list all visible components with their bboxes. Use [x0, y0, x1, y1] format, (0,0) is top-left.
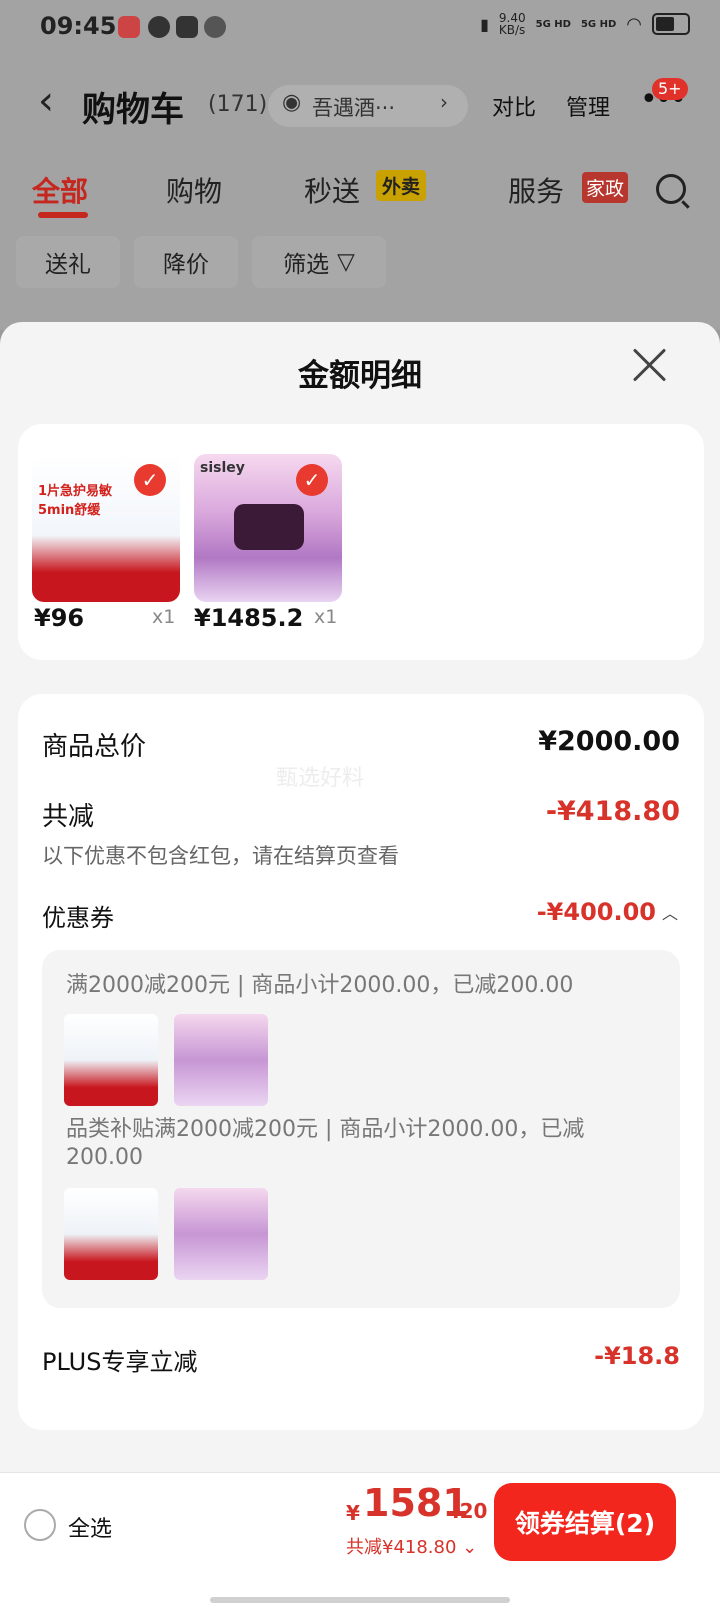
chip-filter[interactable]: 筛选 ▽: [252, 236, 386, 288]
chip-price-drop-label: 降价: [163, 252, 209, 278]
notification-badge: 5+: [652, 78, 688, 100]
coupon-value: -¥400.00: [536, 898, 656, 926]
chevron-right-icon: ›: [440, 90, 448, 114]
total-price-value: ¥2000.00: [538, 726, 680, 757]
chip-gift-label: 送礼: [45, 252, 91, 278]
signal-5g-2: 5G HD: [580, 18, 617, 30]
net-speed: 9.40 KB/s: [498, 11, 526, 37]
reduce-note: 以下优惠不包含红包，请在结算页查看: [42, 844, 399, 868]
coupon-product-image: [64, 1014, 158, 1106]
mail-notification-icon: [176, 16, 198, 38]
coupon-detail-box: 满2000减200元 | 商品小计2000.00，已减200.00 品类补贴满2…: [42, 950, 680, 1308]
product-qty: x1: [314, 606, 338, 628]
eye-icon: ◉: [282, 90, 302, 115]
product-price: ¥1485.2: [194, 604, 304, 632]
amount-detail-sheet: 金额明细 1片急护易敏 5min舒缓 ✓ ¥96 x1 sisley ✓ ¥14…: [0, 322, 720, 1612]
product-card: 1片急护易敏 5min舒缓 ✓ ¥96 x1 sisley ✓ ¥1485.2 …: [18, 424, 704, 660]
tab-service[interactable]: 服务: [508, 170, 564, 210]
sheet-title: 金额明细: [298, 358, 422, 394]
cart-header: ‹ 购物车 (171) ◉ 吾遇酒··· › 对比 管理 ••• 5+: [0, 70, 720, 140]
cart-count: (171): [208, 92, 268, 117]
home-indicator: [210, 1597, 510, 1603]
total-currency: ¥: [346, 1501, 360, 1525]
chip-price-drop[interactable]: 降价: [134, 236, 238, 288]
coupon-line: 品类补贴满2000减200元 | 商品小计2000.00，已减200.00: [66, 1117, 585, 1170]
product-jar-image: [234, 504, 304, 550]
search-icon[interactable]: [656, 174, 686, 204]
store-name: 吾遇酒···: [312, 96, 396, 120]
coupon-product-image: [174, 1188, 268, 1280]
product-price: ¥96: [34, 604, 85, 632]
watermark: 甄选好料: [276, 766, 365, 791]
total-price-label: 商品总价: [42, 732, 147, 762]
app-notification-icon: [118, 16, 140, 38]
app-notification-icon-2: [204, 16, 226, 38]
coupon-line: 满2000减200元 | 商品小计2000.00，已减200.00: [66, 973, 574, 998]
select-all-radio[interactable]: [24, 1509, 56, 1541]
checkout-button[interactable]: 领券结算(2): [494, 1483, 676, 1561]
checkout-bar: 全选 ¥ 1581 .20 共减¥418.80 ⌄ 领券结算(2): [0, 1472, 720, 1613]
coupon-product-image: [174, 1014, 268, 1106]
tag-takeout: 外卖: [376, 170, 427, 201]
status-bar: 09:45 ▮ 9.40 KB/s 5G HD 5G HD ◠: [0, 0, 720, 56]
vibrate-icon: ▮: [480, 14, 489, 34]
chat-notification-icon: [148, 16, 170, 38]
cart-tabs: 全部 购物 秒送 外卖 服务 家政: [0, 170, 720, 220]
status-right-group: ▮ 9.40 KB/s 5G HD 5G HD ◠: [480, 12, 690, 36]
close-icon[interactable]: [632, 346, 668, 382]
total-reduce-toggle[interactable]: 共减¥418.80 ⌄: [346, 1533, 477, 1559]
coupon-product-image: [64, 1188, 158, 1280]
total-amount-decimal: .20: [452, 1499, 488, 1523]
page-title: 购物车: [82, 90, 184, 130]
checkmark-icon: ✓: [134, 464, 166, 496]
tab-instant-delivery[interactable]: 秒送: [304, 170, 360, 210]
checkout-button-label: 领券结算(2): [514, 1509, 656, 1538]
reduce-value: -¥418.80: [545, 796, 680, 827]
wifi-icon: ◠: [626, 13, 642, 35]
tag-housekeeping: 家政: [582, 172, 629, 203]
tab-active-indicator: [38, 212, 88, 218]
product-brand-text: sisley: [200, 460, 245, 476]
status-time: 09:45: [40, 12, 117, 40]
funnel-icon: ▽: [337, 249, 355, 275]
price-breakdown-card: 商品总价 ¥2000.00 甄选好料 共减 -¥418.80 以下优惠不包含红包…: [18, 694, 704, 1430]
reduce-label: 共减: [42, 802, 95, 832]
plus-discount-value: -¥18.8: [594, 1342, 680, 1370]
manage-button[interactable]: 管理: [566, 90, 610, 122]
product-qty: x1: [152, 606, 176, 628]
tab-all[interactable]: 全部: [32, 170, 88, 210]
chip-gift[interactable]: 送礼: [16, 236, 120, 288]
chevron-up-icon[interactable]: ︿: [662, 900, 678, 924]
signal-5g-1: 5G HD: [535, 18, 571, 30]
background-page: 09:45 ▮ 9.40 KB/s 5G HD 5G HD ◠ ‹ 购物车 (1…: [0, 0, 720, 330]
back-arrow-icon[interactable]: ‹: [38, 78, 54, 124]
coupon-label: 优惠券: [42, 904, 114, 932]
battery-icon: [652, 13, 690, 35]
plus-discount-label: PLUS专享立减: [42, 1348, 198, 1376]
chip-filter-label: 筛选: [283, 252, 330, 278]
product-image-text: 1片急护易敏 5min舒缓: [38, 484, 113, 518]
select-all-label[interactable]: 全选: [68, 1511, 112, 1543]
tab-shopping[interactable]: 购物: [166, 170, 222, 210]
checkmark-icon: ✓: [296, 464, 328, 496]
compare-button[interactable]: 对比: [492, 90, 536, 122]
